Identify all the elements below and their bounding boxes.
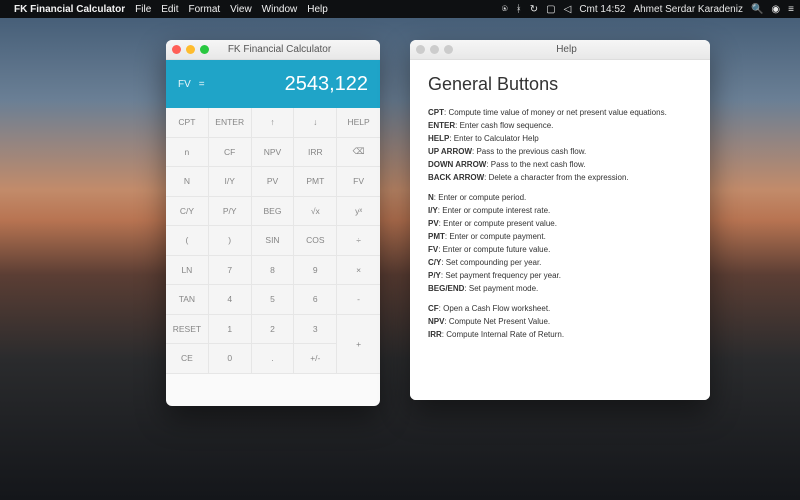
key-cos[interactable]: COS (294, 226, 337, 256)
display-fn: FV (178, 79, 191, 90)
key-9[interactable]: 9 (294, 256, 337, 286)
close-icon[interactable] (172, 45, 181, 54)
close-icon[interactable] (416, 45, 425, 54)
key-y-[interactable]: yˣ (337, 197, 380, 227)
key-irr[interactable]: IRR (294, 138, 337, 168)
calc-display: FV = 2543,122 (166, 60, 380, 108)
spotlight-icon[interactable]: 🔍 (751, 4, 763, 15)
key-6[interactable]: 6 (294, 285, 337, 315)
help-line: BACK ARROW: Delete a character from the … (428, 172, 692, 184)
help-line: NPV: Compute Net Present Value. (428, 316, 692, 328)
key-4[interactable]: 4 (209, 285, 252, 315)
help-line: P/Y: Set payment frequency per year. (428, 270, 692, 282)
help-line: I/Y: Enter or compute interest rate. (428, 205, 692, 217)
bluetooth-icon[interactable]: ᚼ (516, 4, 522, 15)
key-pmt[interactable]: PMT (294, 167, 337, 197)
airplay-icon[interactable]: ▢ (546, 4, 555, 15)
key--[interactable]: . (252, 344, 295, 374)
help-line: UP ARROW: Pass to the previous cash flow… (428, 146, 692, 158)
siri-icon[interactable]: ◉ (771, 4, 780, 15)
key-ln[interactable]: LN (166, 256, 209, 286)
calc-keypad: CPTENTER↑↓HELP nCFNPVIRR⌫ NI/YPVPMTFV C/YP/… (166, 108, 380, 374)
key-tan[interactable]: TAN (166, 285, 209, 315)
help-line: CF: Open a Cash Flow worksheet. (428, 303, 692, 315)
key--[interactable]: × (337, 256, 380, 286)
key-p-y[interactable]: P/Y (209, 197, 252, 227)
menu-format[interactable]: Format (189, 4, 221, 15)
help-line: FV: Enter or compute future value. (428, 244, 692, 256)
key-cf[interactable]: CF (209, 138, 252, 168)
key--[interactable]: ÷ (337, 226, 380, 256)
key-3[interactable]: 3 (294, 315, 337, 345)
key-sin[interactable]: SIN (252, 226, 295, 256)
menubar-user[interactable]: Ahmet Serdar Karadeniz (633, 4, 743, 15)
key-n[interactable]: N (166, 167, 209, 197)
menu-view[interactable]: View (230, 4, 252, 15)
menu-help[interactable]: Help (307, 4, 328, 15)
help-body: General Buttons CPT: Compute time value … (410, 60, 710, 400)
help-line: N: Enter or compute period. (428, 192, 692, 204)
key-cpt[interactable]: CPT (166, 108, 209, 138)
help-title: Help (429, 44, 704, 55)
help-line: PMT: Enter or compute payment. (428, 231, 692, 243)
key-fv[interactable]: FV (337, 167, 380, 197)
help-line: ENTER: Enter cash flow sequence. (428, 120, 692, 132)
key--[interactable]: - (337, 285, 380, 315)
help-line: CPT: Compute time value of money or net … (428, 107, 692, 119)
key-7[interactable]: 7 (209, 256, 252, 286)
key-1[interactable]: 1 (209, 315, 252, 345)
key-enter[interactable]: ENTER (209, 108, 252, 138)
key--[interactable]: ↓ (294, 108, 337, 138)
menu-edit[interactable]: Edit (161, 4, 178, 15)
key-ce[interactable]: CE (166, 344, 209, 374)
key--[interactable]: + (337, 315, 380, 374)
key-2[interactable]: 2 (252, 315, 295, 345)
help-line: BEG/END: Set payment mode. (428, 283, 692, 295)
status-icon[interactable]: ⍟ (502, 4, 508, 15)
key--[interactable]: ↑ (252, 108, 295, 138)
help-line: C/Y: Set compounding per year. (428, 257, 692, 269)
help-line: HELP: Enter to Calculator Help (428, 133, 692, 145)
help-line: DOWN ARROW: Pass to the next cash flow. (428, 159, 692, 171)
key-help[interactable]: HELP (337, 108, 380, 138)
display-value: 2543,122 (285, 73, 368, 96)
help-heading: General Buttons (428, 74, 692, 95)
key--[interactable]: +/- (294, 344, 337, 374)
key--[interactable]: ) (209, 226, 252, 256)
key-pv[interactable]: PV (252, 167, 295, 197)
menu-app[interactable]: FK Financial Calculator (14, 4, 125, 15)
key--[interactable]: ⌫ (337, 138, 380, 168)
timemachine-icon[interactable]: ↻ (530, 4, 538, 15)
key-reset[interactable]: RESET (166, 315, 209, 345)
menubar: FK Financial Calculator File Edit Format… (0, 0, 800, 18)
menu-window[interactable]: Window (262, 4, 298, 15)
key--x[interactable]: √x (294, 197, 337, 227)
volume-icon[interactable]: ◁ (564, 4, 572, 15)
key-8[interactable]: 8 (252, 256, 295, 286)
calculator-window: FK Financial Calculator FV = 2543,122 CP… (166, 40, 380, 406)
menu-file[interactable]: File (135, 4, 151, 15)
key-beg[interactable]: BEG (252, 197, 295, 227)
key-i-y[interactable]: I/Y (209, 167, 252, 197)
key-n[interactable]: n (166, 138, 209, 168)
menubar-time[interactable]: Cmt 14:52 (579, 4, 625, 15)
help-window: Help General Buttons CPT: Compute time v… (410, 40, 710, 400)
help-line: IRR: Compute Internal Rate of Return. (428, 329, 692, 341)
notification-center-icon[interactable]: ≡ (788, 4, 794, 15)
display-eq: = (199, 79, 205, 90)
help-line: PV: Enter or compute present value. (428, 218, 692, 230)
key--[interactable]: ( (166, 226, 209, 256)
help-titlebar[interactable]: Help (410, 40, 710, 60)
calc-title: FK Financial Calculator (185, 44, 374, 55)
key-0[interactable]: 0 (209, 344, 252, 374)
calc-titlebar[interactable]: FK Financial Calculator (166, 40, 380, 60)
key-c-y[interactable]: C/Y (166, 197, 209, 227)
key-5[interactable]: 5 (252, 285, 295, 315)
key-npv[interactable]: NPV (252, 138, 295, 168)
